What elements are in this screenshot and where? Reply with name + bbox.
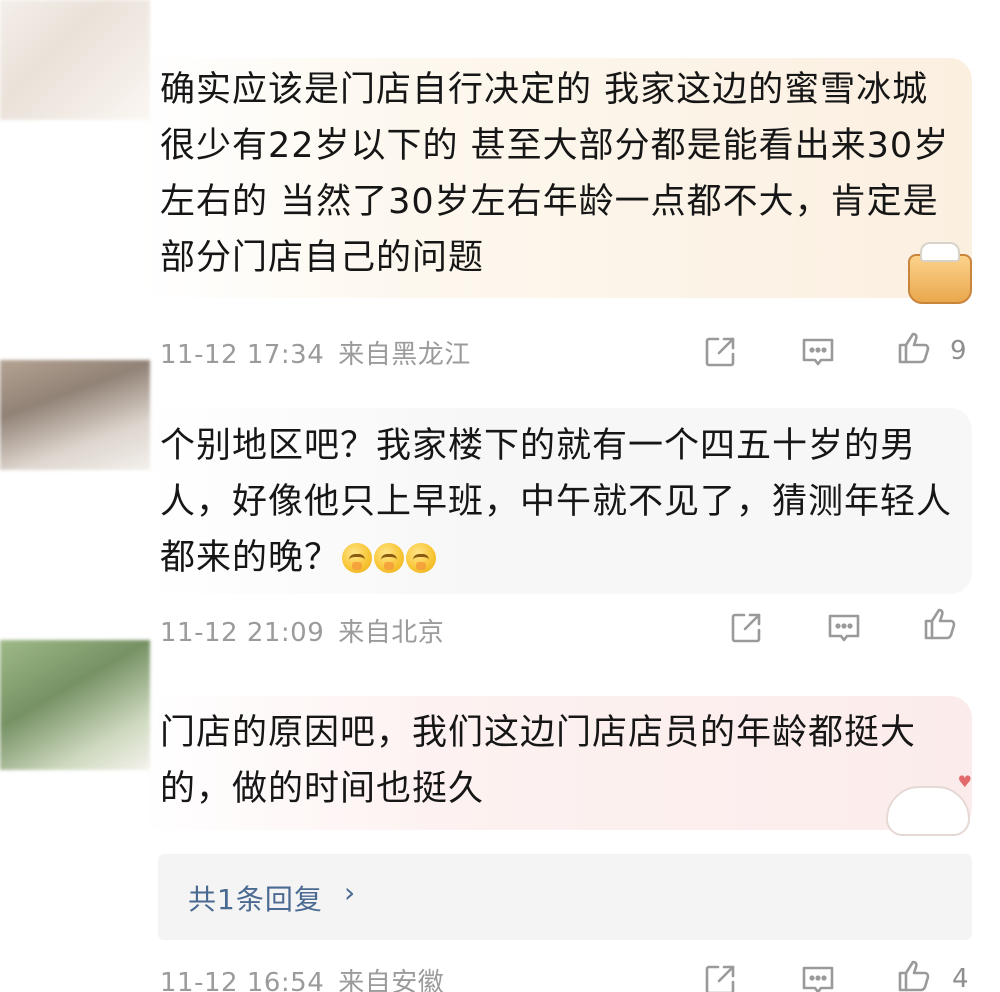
share-icon[interactable] (728, 610, 764, 646)
view-replies-link[interactable]: 共1条回复 (188, 878, 323, 918)
replies-box[interactable]: 共1条回复 › (158, 854, 972, 940)
comment-location: 来自黑龙江 (338, 340, 471, 370)
share-icon[interactable] (702, 962, 738, 992)
comment-location: 来自安徽 (338, 968, 445, 992)
basket-sticker-icon (908, 242, 972, 304)
comment-location: 来自北京 (338, 618, 445, 648)
thumbs-up-icon[interactable] (922, 606, 958, 642)
comment-meta: 11-12 16:54 来自安徽 (160, 962, 444, 992)
comment-meta: 11-12 21:09 来自北京 (160, 612, 444, 649)
avatar[interactable] (0, 640, 150, 770)
avatar[interactable] (0, 0, 150, 120)
like-count: 9 (950, 336, 967, 366)
cat-sticker-icon (886, 772, 972, 836)
thumbs-up-icon[interactable] (896, 958, 932, 992)
avatar[interactable] (0, 360, 150, 470)
comment-icon[interactable] (800, 962, 836, 992)
comment-time: 11-12 21:09 (160, 618, 325, 648)
shush-emoji-icon (406, 543, 437, 573)
like-count: 4 (952, 964, 969, 992)
shush-emoji-icon (374, 543, 405, 573)
share-icon[interactable] (702, 334, 738, 370)
comment-icon[interactable] (800, 334, 836, 370)
comment-list: 确实应该是门店自行决定的 我家这边的蜜雪冰城很少有22岁以下的 甚至大部分都是能… (0, 0, 1000, 992)
comment-text: 门店的原因吧，我们这边门店店员的年龄都挺大的，做的时间也挺久 (160, 713, 917, 809)
comment-text: 个别地区吧？我家楼下的就有一个四五十岁的男人，好像他只上早班，中午就不见了，猜测… (160, 418, 960, 586)
comment-text-body: 个别地区吧？我家楼下的就有一个四五十岁的男人，好像他只上早班，中午就不见了，猜测… (160, 426, 953, 578)
shush-emoji-icon (342, 543, 373, 573)
thumbs-up-icon[interactable] (896, 330, 932, 366)
comment-text: 确实应该是门店自行决定的 我家这边的蜜雪冰城很少有22岁以下的 甚至大部分都是能… (160, 70, 950, 278)
comment-time: 11-12 17:34 (160, 340, 325, 370)
comment-icon[interactable] (826, 610, 862, 646)
comment-meta: 11-12 17:34 来自黑龙江 (160, 334, 471, 371)
comment-time: 11-12 16:54 (160, 968, 325, 992)
chevron-right-icon: › (344, 876, 356, 909)
